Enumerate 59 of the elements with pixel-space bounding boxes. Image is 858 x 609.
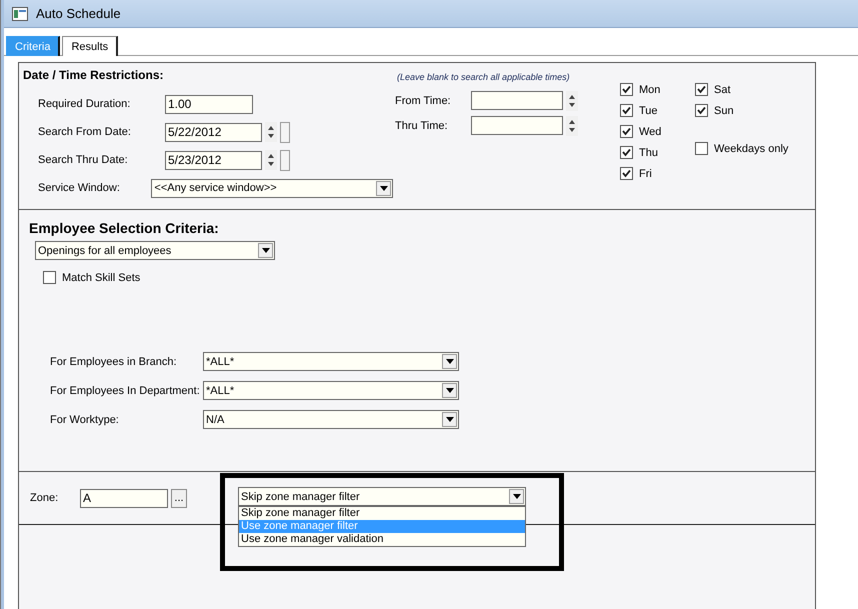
checkbox-label: Sun (714, 104, 734, 116)
caret-icon (446, 359, 454, 364)
caret-icon (446, 388, 454, 393)
checkbox-label: Sat (714, 84, 731, 96)
field-label: Search Thru Date: (38, 154, 129, 166)
checkbox[interactable] (43, 271, 56, 284)
window-icon (12, 6, 28, 20)
time-field[interactable] (471, 116, 563, 135)
checkbox[interactable] (695, 104, 708, 117)
checkbox-label: Wed (639, 126, 662, 138)
dropdown-field[interactable]: *ALL* (203, 381, 459, 400)
input-field[interactable]: 1.00 (165, 94, 253, 114)
field-label: Thru Time: (395, 120, 449, 132)
date-field[interactable]: 5/23/2012 (165, 150, 262, 170)
field-label: Search From Date: (38, 126, 132, 138)
input-field[interactable]: A (80, 488, 168, 508)
date-field[interactable]: 5/22/2012 (165, 122, 262, 142)
checkbox-label: Mon (639, 84, 660, 96)
caret-icon (512, 494, 520, 499)
dropdown-option[interactable]: Use zone manager validation (239, 533, 525, 546)
section-heading: Employee Selection Criteria: (29, 220, 220, 236)
checkbox-label: Tue (639, 104, 658, 116)
checkbox[interactable] (620, 83, 633, 96)
dropdown-field[interactable]: Skip zone manager filter (238, 487, 526, 506)
caret-icon (380, 186, 388, 190)
tab[interactable]: Results (62, 36, 118, 56)
caret-icon (446, 417, 454, 422)
field-label: For Employees In Department: (50, 384, 201, 396)
time-field[interactable] (471, 91, 563, 110)
dropdown-field[interactable]: <<Any service window>> (151, 178, 393, 198)
checkbox-label: Thu (639, 146, 658, 158)
checkbox[interactable] (620, 104, 633, 117)
dropdown-field[interactable]: *ALL* (203, 352, 459, 371)
spin-button[interactable] (566, 116, 578, 136)
hint-text: (Leave blank to search all applicable times) (397, 72, 571, 82)
checkbox[interactable] (620, 167, 633, 180)
checkbox[interactable] (620, 125, 633, 138)
checkbox-label: Weekdays only (714, 142, 788, 154)
field-label: For Employees in Branch: (50, 356, 178, 368)
caret-icon (262, 248, 270, 253)
window-title: Auto Schedule (36, 6, 121, 21)
dropdown-option[interactable]: Skip zone manager filter (239, 507, 525, 520)
field-label: From Time: (395, 94, 452, 106)
browse-button[interactable]: ... (171, 488, 187, 508)
checkbox[interactable] (695, 83, 708, 96)
checkbox[interactable] (620, 146, 633, 159)
checkbox[interactable] (695, 142, 708, 155)
field-label: Zone: (30, 492, 60, 504)
spin-button[interactable] (265, 150, 277, 170)
field-label: Required Duration: (38, 98, 132, 110)
spin-button[interactable] (265, 122, 277, 142)
checkbox-label: Match Skill Sets (62, 272, 140, 284)
field-label: Service Window: (38, 182, 121, 194)
spin-button[interactable] (566, 90, 578, 110)
dropdown-field[interactable]: Openings for all employees (35, 241, 275, 260)
field-label: For Worktype: (50, 414, 120, 426)
checkbox-label: Fri (639, 168, 652, 180)
section-heading: Date / Time Restrictions: (23, 68, 164, 82)
dropdown-field[interactable]: N/A (203, 410, 459, 429)
